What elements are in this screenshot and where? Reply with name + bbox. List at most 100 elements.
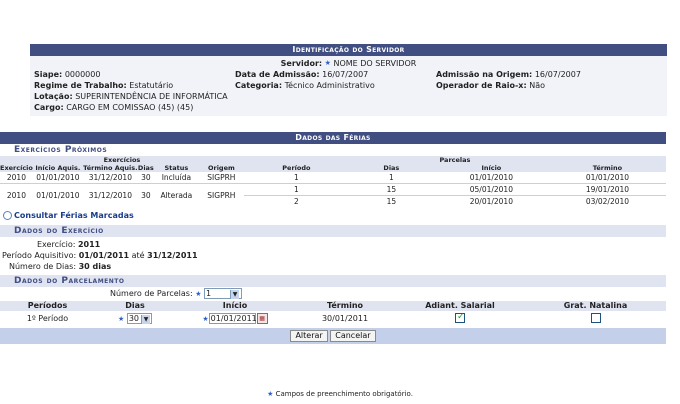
- action-bar: Alterar Cancelar: [0, 328, 666, 344]
- col-inicio-aquis: Início Aquis.: [32, 164, 83, 172]
- num-dias-value: 30 dias: [78, 262, 112, 271]
- admissao-label: Data de Admissão:: [235, 70, 320, 79]
- consultar-ferias-label: Consultar Férias Marcadas: [14, 211, 134, 220]
- required-star-icon: ★: [195, 290, 202, 298]
- dias-select[interactable]: 30 ▼: [126, 312, 152, 324]
- exercicio-value: 2011: [77, 240, 101, 249]
- col-parcela-termino: Término: [548, 164, 666, 172]
- cell-termino: 31/12/2010: [82, 183, 138, 207]
- regime-value: Estatutário: [129, 81, 174, 90]
- cell-periodo: 1: [243, 183, 349, 196]
- col-parcela-dias: Dias: [348, 164, 434, 172]
- admissao-origem-value: 16/07/2007: [534, 70, 581, 79]
- parcelamento-table: Períodos Dias Início Término Adiant. Sal…: [0, 301, 666, 325]
- col-exercicio: Exercício: [0, 164, 33, 172]
- search-icon: [3, 211, 12, 220]
- par-periodo: 1º Período: [26, 313, 69, 323]
- group-exercicios-header: Exercícios: [0, 156, 244, 164]
- categoria-value: Técnico Administrativo: [284, 81, 375, 90]
- dados-parcelamento-title: Dados do Parcelamento: [0, 275, 666, 287]
- alterar-button[interactable]: Alterar: [290, 330, 328, 342]
- col-dias: Dias: [137, 164, 154, 172]
- num-parcelas-select[interactable]: 1 ▼: [204, 288, 243, 299]
- cell-dias: 30: [141, 173, 151, 182]
- vacation-data-panel: Dados das Férias Exercícios Próximos Exe…: [0, 132, 666, 344]
- num-dias-label: Número de Dias:: [9, 262, 77, 271]
- cell-status: Incluída: [161, 173, 192, 182]
- cargo-label: Cargo:: [34, 103, 64, 112]
- cell-termino: 31/12/2010: [88, 173, 132, 182]
- servidor-value: NOME DO SERVIDOR: [333, 59, 417, 68]
- col-par-dias: Dias: [95, 301, 175, 311]
- periodo-ate: até: [131, 251, 145, 260]
- col-status: Status: [153, 164, 199, 172]
- cell-parcela-dias: 1: [388, 173, 394, 182]
- dados-exercicio-title: Dados do Exercício: [0, 225, 666, 237]
- server-panel-title: Identificação do Servidor: [30, 44, 667, 56]
- required-footnote: ★ Campos de preenchimento obrigatório.: [0, 390, 680, 398]
- col-par-termino: Término: [295, 301, 395, 311]
- col-parcela-inicio: Início: [433, 164, 549, 172]
- cell-periodo: 1: [293, 173, 299, 182]
- cell-parcela-inicio: 20/01/2010: [433, 195, 549, 207]
- raiox-value: Não: [529, 81, 545, 90]
- admissao-value: 16/07/2007: [322, 70, 369, 79]
- admissao-origem-label: Admissão na Origem:: [436, 70, 533, 79]
- cell-parcela-inicio: 05/01/2010: [433, 183, 549, 196]
- cell-inicio: 01/01/2010: [36, 173, 80, 182]
- grat-natalina-checkbox[interactable]: [590, 313, 601, 323]
- inicio-input[interactable]: 01/01/2011: [208, 312, 257, 324]
- footnote-text: Campos de preenchimento obrigatório.: [275, 390, 413, 398]
- raiox-label: Operador de Raio-x:: [436, 81, 527, 90]
- cell-dias: 30: [137, 183, 154, 207]
- calendar-icon[interactable]: ▦: [256, 312, 268, 324]
- exercicios-table: Exercícios Parcelas Exercício Início Aqu…: [0, 156, 666, 207]
- cell-status: Alterada: [153, 183, 199, 207]
- siape-label: Siape:: [34, 70, 63, 79]
- consultar-ferias-link[interactable]: Consultar Férias Marcadas: [0, 207, 666, 225]
- cell-parcela-termino: 01/01/2010: [585, 173, 630, 182]
- col-par-inicio: Início: [175, 301, 295, 311]
- col-periodos: Períodos: [0, 301, 95, 311]
- required-star-icon: ★: [117, 314, 125, 323]
- dias-value: 30: [128, 313, 139, 323]
- cell-origem: SIGPRH: [207, 173, 236, 182]
- col-adiant: Adiant. Salarial: [395, 301, 525, 311]
- cargo-value: CARGO EM COMISSAO (45) (45): [66, 103, 194, 112]
- regime-label: Regime de Trabalho:: [34, 81, 127, 90]
- periodo-label: Período Aquisitivo:: [2, 251, 77, 260]
- cell-parcela-termino: 19/01/2010: [548, 183, 666, 196]
- adiant-salarial-checkbox[interactable]: [455, 312, 465, 323]
- servidor-label: Servidor:: [280, 59, 323, 68]
- col-periodo: Período: [243, 164, 349, 172]
- chevron-down-icon: ▼: [230, 290, 240, 299]
- group-parcelas-header: Parcelas: [243, 156, 666, 164]
- server-identification-panel: Identificação do Servidor Servidor: ★ NO…: [30, 44, 667, 116]
- cell-parcela-inicio: 01/01/2010: [469, 173, 513, 182]
- cancelar-button[interactable]: Cancelar: [330, 330, 376, 342]
- cell-origem: SIGPRH: [198, 183, 244, 207]
- periodo-inicio: 01/01/2011: [78, 251, 130, 260]
- cell-exercicio: 2010: [6, 173, 26, 182]
- col-grat: Grat. Natalina: [525, 301, 666, 311]
- cell-inicio: 01/01/2010: [32, 183, 83, 207]
- cell-periodo: 2: [243, 195, 349, 207]
- lotacao-label: Lotação:: [34, 92, 73, 101]
- table-row: 2010 01/01/2010 31/12/2010 30 Incluída S…: [0, 172, 666, 184]
- chevron-down-icon: ▼: [141, 314, 150, 324]
- cell-parcela-dias: 15: [348, 183, 434, 196]
- servidor-row: Servidor: ★ NOME DO SERVIDOR: [34, 58, 663, 69]
- required-star-icon: ★: [267, 390, 274, 398]
- cell-exercicio: 2010: [0, 183, 33, 207]
- lotacao-value: SUPERINTENDÊNCIA DE INFORMÁTICA: [75, 92, 228, 101]
- table-row: 2010 01/01/2010 31/12/2010 30 Alterada S…: [0, 183, 666, 207]
- exercicios-proximos-title: Exercícios Próximos: [0, 144, 666, 156]
- siape-value: 0000000: [64, 70, 101, 79]
- cell-parcela-termino: 03/02/2010: [548, 195, 666, 207]
- categoria-label: Categoria:: [235, 81, 283, 90]
- table-row: 1º Período ★ 30 ▼ ★ 01/01/2011 ▦ 30/01/2011: [0, 311, 666, 325]
- vacation-panel-title: Dados das Férias: [0, 132, 666, 144]
- periodo-fim: 31/12/2011: [147, 251, 198, 260]
- col-origem: Origem: [198, 164, 244, 172]
- par-termino: 30/01/2011: [321, 313, 369, 323]
